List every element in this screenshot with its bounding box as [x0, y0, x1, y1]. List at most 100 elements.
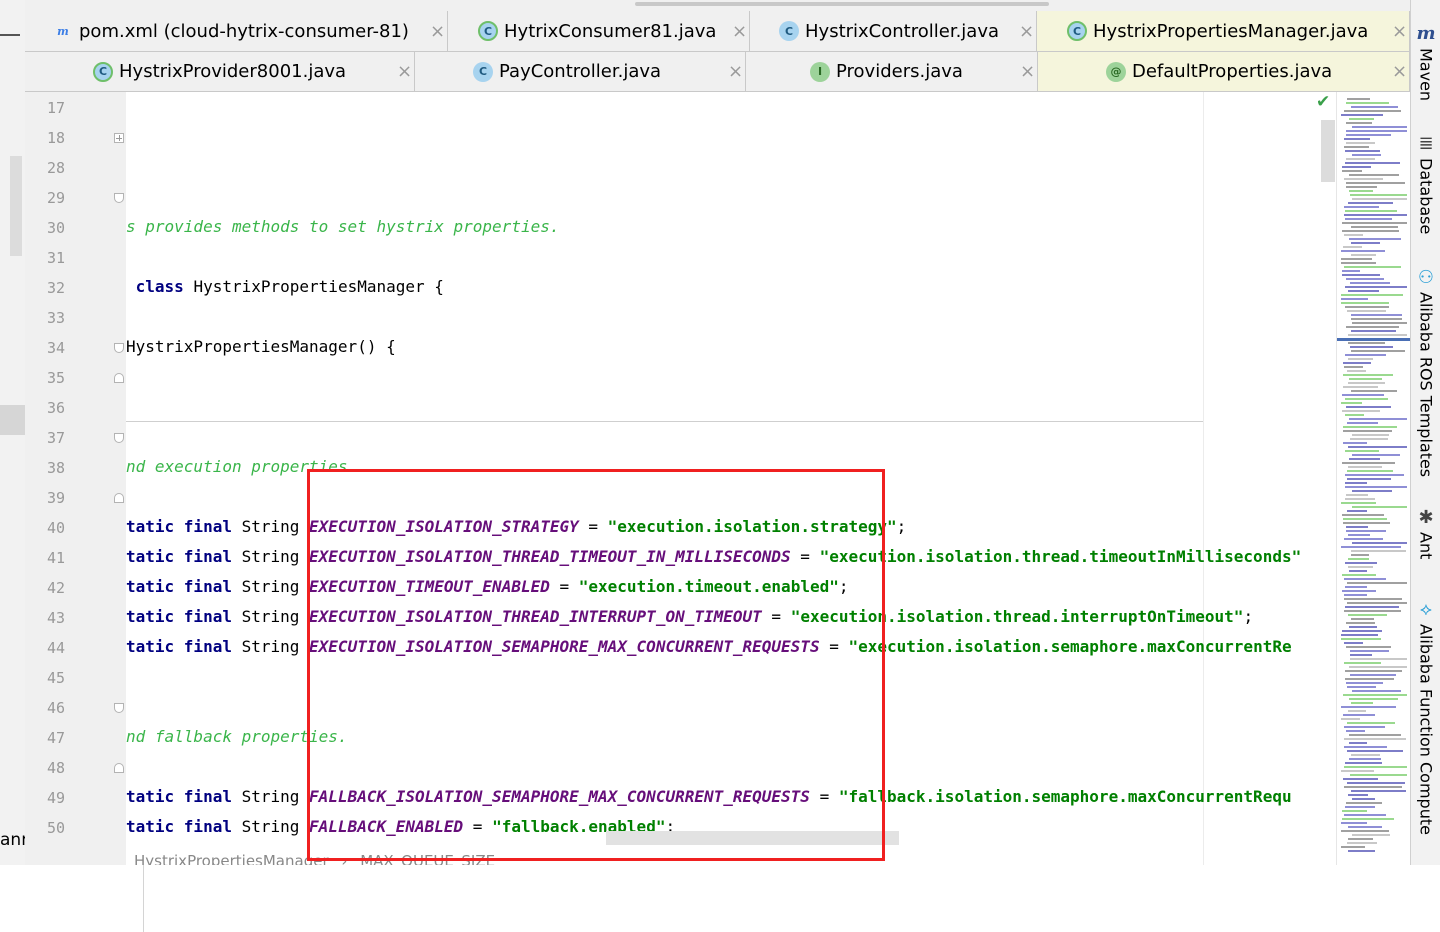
close-icon[interactable]: ×	[430, 21, 445, 42]
project-selected-row[interactable]	[0, 405, 25, 435]
fold-collapse-icon[interactable]	[114, 343, 124, 353]
close-icon[interactable]: ×	[728, 61, 743, 82]
fold-collapse-icon[interactable]	[114, 493, 124, 503]
line-number[interactable]: 45	[25, 663, 65, 693]
line-number[interactable]: 37	[25, 423, 65, 453]
minimap-line	[1345, 606, 1399, 608]
line-number[interactable]: 46	[25, 693, 65, 723]
horizontal-scrollbar[interactable]	[606, 831, 899, 845]
line-number[interactable]: 31	[25, 243, 65, 273]
fold-collapse-icon[interactable]	[114, 373, 124, 383]
code-minimap[interactable]	[1321, 92, 1411, 865]
minimap-line	[1346, 622, 1375, 624]
minimap-line	[1341, 638, 1381, 640]
code-line[interactable]: nd execution properties.	[126, 452, 357, 482]
minimap-line	[1348, 342, 1385, 344]
line-number[interactable]: 47	[25, 723, 65, 753]
breadcrumb-member[interactable]: MAX_QUEUE_SIZE	[360, 852, 495, 865]
line-number[interactable]: 33	[25, 303, 65, 333]
line-number[interactable]: 38	[25, 453, 65, 483]
code-line[interactable]: s provides methods to set hystrix proper…	[126, 212, 559, 242]
tab-defaultproperties-java[interactable]: @ DefaultProperties.java ×	[1038, 52, 1410, 91]
minimap-line	[1347, 98, 1370, 100]
tab-paycontroller-java[interactable]: C PayController.java ×	[415, 52, 746, 91]
line-number[interactable]: 29	[25, 183, 65, 213]
tool-window-database[interactable]: ≣ Database	[1411, 134, 1440, 235]
minimap-line	[1342, 170, 1362, 172]
minimap-line	[1347, 782, 1405, 784]
tab-scrollbar[interactable]	[635, 2, 1049, 6]
minimap-line	[1349, 742, 1367, 744]
fold-collapse-icon[interactable]	[114, 703, 124, 713]
line-number[interactable]: 48	[25, 753, 65, 783]
tab-hystrixcontroller-java[interactable]: C HystrixController.java ×	[749, 11, 1037, 51]
code-line[interactable]: tatic final String EXECUTION_ISOLATION_T…	[126, 602, 1253, 632]
code-line[interactable]: tatic final String FALLBACK_ISOLATION_SE…	[126, 782, 1292, 812]
code-token-plain: =	[549, 577, 579, 596]
line-number[interactable]: 36	[25, 393, 65, 423]
minimap-line	[1344, 110, 1401, 112]
fold-collapse-icon[interactable]	[114, 433, 124, 443]
minimap-line	[1343, 426, 1397, 428]
line-number[interactable]: 41	[25, 543, 65, 573]
project-scrollbar[interactable]	[10, 156, 22, 256]
minimap-line	[1346, 130, 1407, 132]
line-number[interactable]: 39	[25, 483, 65, 513]
close-icon[interactable]: ×	[1392, 21, 1407, 42]
line-number[interactable]: 43	[25, 603, 65, 633]
close-icon[interactable]: ×	[397, 61, 412, 82]
minimap-line	[1346, 186, 1377, 188]
inspection-ok-icon[interactable]: ✔	[1316, 92, 1330, 112]
code-line[interactable]: tatic final String FALLBACK_ENABLED = "f…	[126, 812, 675, 842]
close-icon[interactable]: ×	[1392, 61, 1407, 82]
panel-collapse-dash[interactable]	[0, 34, 20, 36]
line-number[interactable]: 42	[25, 573, 65, 603]
close-icon[interactable]: ×	[732, 21, 747, 42]
tool-window-maven[interactable]: m Maven	[1411, 24, 1440, 102]
minimap-line	[1351, 254, 1376, 256]
line-number[interactable]: 44	[25, 633, 65, 663]
line-number[interactable]: 50	[25, 813, 65, 843]
code-line[interactable]: class HystrixPropertiesManager {	[126, 272, 444, 302]
tab-providers-java[interactable]: I Providers.java ×	[746, 52, 1038, 91]
code-line[interactable]: tatic final String EXECUTION_ISOLATION_T…	[126, 542, 1301, 572]
breadcrumb-class[interactable]: HystrixPropertiesManager	[134, 852, 329, 865]
tab-hytrixconsumer81-java[interactable]: C HytrixConsumer81.java ×	[448, 11, 750, 51]
code-line[interactable]: HystrixPropertiesManager() {	[126, 332, 396, 362]
minimap-line	[1344, 610, 1401, 612]
tab-pom-xml-cloud-hytrix-consumer-81[interactable]: m pom.xml (cloud-hytrix-consumer-81) ×	[25, 11, 448, 51]
minimap-line	[1341, 770, 1374, 772]
line-number[interactable]: 28	[25, 153, 65, 183]
minimap-line	[1346, 730, 1365, 732]
tool-window-alibaba-ros-templates[interactable]: ⚇ Alibaba ROS Templates	[1411, 268, 1440, 478]
line-number[interactable]: 40	[25, 513, 65, 543]
close-icon[interactable]: ×	[1020, 61, 1035, 82]
tab-hystrixprovider8001-java[interactable]: C HystrixProvider8001.java ×	[25, 52, 415, 91]
tool-window-alibaba-function-compute[interactable]: ⟡ Alibaba Function Compute	[1411, 600, 1440, 835]
line-number[interactable]: 34	[25, 333, 65, 363]
code-token-plain: String	[231, 577, 310, 596]
code-line[interactable]: tatic final String EXECUTION_ISOLATION_S…	[126, 632, 1292, 662]
code-line[interactable]: tatic final String EXECUTION_TIMEOUT_ENA…	[126, 572, 849, 602]
fold-expand-icon[interactable]	[114, 133, 124, 143]
line-number[interactable]: 30	[25, 213, 65, 243]
fold-collapse-icon[interactable]	[114, 193, 124, 203]
minimap-line	[1350, 194, 1407, 196]
minimap-line	[1344, 786, 1402, 788]
line-number[interactable]: 35	[25, 363, 65, 393]
code-token-plain: ;	[896, 517, 907, 536]
line-number[interactable]: 49	[25, 783, 65, 813]
vertical-scrollbar[interactable]	[1321, 120, 1335, 182]
line-number[interactable]: 18	[25, 123, 65, 153]
code-line[interactable]: nd fallback properties.	[126, 722, 348, 752]
code-line[interactable]: tatic final String EXECUTION_ISOLATION_S…	[126, 512, 906, 542]
tab-hystrixpropertiesmanager-java[interactable]: C HystrixPropertiesManager.java ×	[1037, 11, 1410, 51]
code-editor[interactable]: s provides methods to set hystrix proper…	[126, 92, 1336, 865]
code-token-const: EXECUTION_ISOLATION_THREAD_TIMEOUT_IN_MI…	[309, 547, 791, 566]
close-icon[interactable]: ×	[1019, 21, 1034, 42]
line-number[interactable]: 32	[25, 273, 65, 303]
line-number[interactable]: 17	[25, 93, 65, 123]
tool-window-ant[interactable]: ✱ Ant	[1411, 508, 1440, 560]
code-token-kw: tatic final	[126, 547, 232, 566]
fold-collapse-icon[interactable]	[114, 763, 124, 773]
